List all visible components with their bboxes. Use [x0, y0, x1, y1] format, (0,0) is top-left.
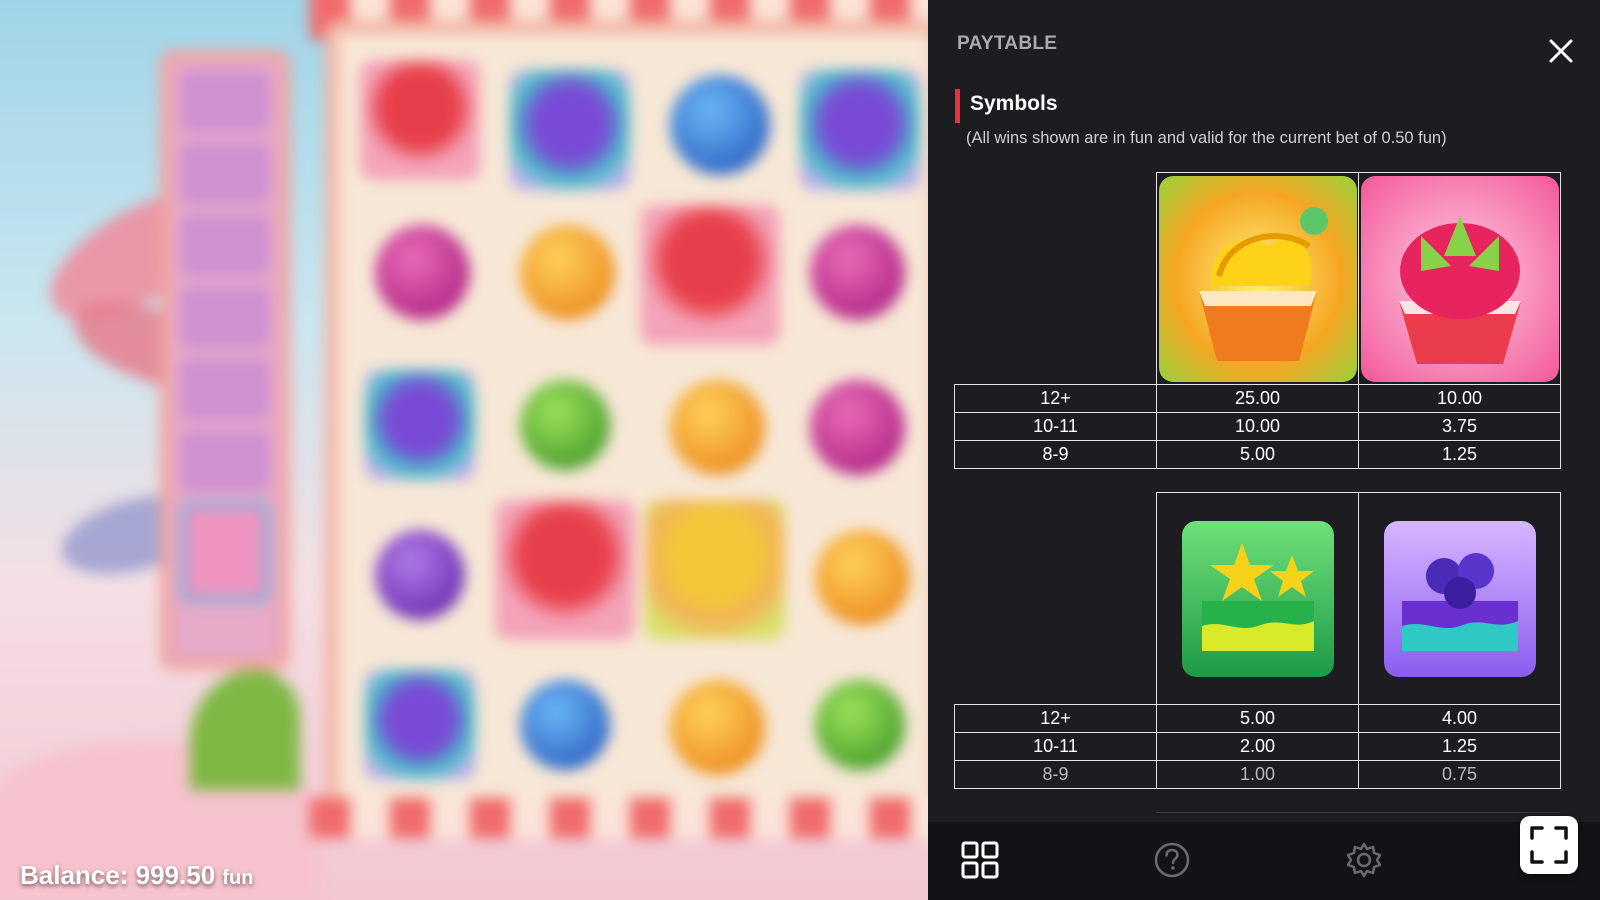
balance-unit: fun [222, 867, 254, 889]
settings-icon [1346, 842, 1382, 878]
balance-value: 999.50 [135, 860, 216, 890]
payout-value: 1.25 [1358, 440, 1561, 469]
game-background [0, 0, 928, 900]
payout-value: 10.00 [1358, 384, 1561, 413]
dragonfruit-cupcake-icon [1360, 175, 1559, 382]
payout-value: 10.00 [1156, 412, 1359, 441]
payout-value: 1.25 [1358, 732, 1561, 761]
paytable-row: 8-9 5.00 1.25 [954, 440, 1561, 469]
section-note: (All wins shown are in fun and valid for… [966, 129, 1447, 147]
paytable-row: 8-9 1.00 0.75 [954, 760, 1561, 789]
starfruit-cake-icon [1181, 520, 1334, 677]
fullscreen-icon [1530, 826, 1568, 864]
banana-cupcake-icon [1158, 175, 1357, 382]
paytable-table-1: 12+ 25.00 10.00 10-11 10.00 3.75 8-9 5.0… [954, 172, 1561, 469]
payout-value: 0.75 [1358, 760, 1561, 789]
match-count: 8-9 [954, 440, 1157, 469]
match-count: 12+ [954, 384, 1157, 413]
next-table-edge [1156, 812, 1560, 813]
help-button[interactable] [1152, 840, 1192, 880]
blueberry-cake-icon [1383, 520, 1536, 677]
fullscreen-button[interactable] [1520, 816, 1578, 874]
section-accent-bar [955, 89, 960, 123]
symbol-cell [1156, 492, 1359, 705]
section-title: Symbols [970, 92, 1058, 115]
paytable-table-2: 12+ 5.00 4.00 10-11 2.00 1.25 8-9 1.00 0… [954, 492, 1561, 789]
symbol-cell [1156, 172, 1359, 385]
help-icon [1154, 842, 1190, 878]
match-count: 8-9 [954, 760, 1157, 789]
payout-value: 25.00 [1156, 384, 1359, 413]
menu-button[interactable] [960, 840, 1000, 880]
match-count: 10-11 [954, 412, 1157, 441]
paytable-row: 12+ 5.00 4.00 [954, 704, 1561, 733]
close-button[interactable] [1546, 36, 1576, 66]
symbol-cell [1358, 172, 1561, 385]
balance-display: Balance: 999.50 fun [20, 860, 253, 891]
panel-title: PAYTABLE [957, 33, 1058, 54]
paytable-row: 10-11 10.00 3.75 [954, 412, 1561, 441]
settings-button[interactable] [1344, 840, 1384, 880]
paytable-row: 12+ 25.00 10.00 [954, 384, 1561, 413]
payout-value: 4.00 [1358, 704, 1561, 733]
payout-value: 5.00 [1156, 440, 1359, 469]
symbol-cell [1358, 492, 1561, 705]
menu-grid-icon [961, 841, 999, 879]
match-count: 12+ [954, 704, 1157, 733]
balance-label: Balance: [20, 860, 129, 890]
game-board-blurred [0, 0, 928, 900]
payout-value: 2.00 [1156, 732, 1359, 761]
match-count: 10-11 [954, 732, 1157, 761]
payout-value: 5.00 [1156, 704, 1359, 733]
payout-value: 3.75 [1358, 412, 1561, 441]
payout-value: 1.00 [1156, 760, 1359, 789]
paytable-panel: PAYTABLE Symbols (All wins shown are in … [928, 0, 1600, 900]
close-icon [1549, 39, 1573, 63]
bottom-toolbar [928, 822, 1600, 900]
paytable-row: 10-11 2.00 1.25 [954, 732, 1561, 761]
